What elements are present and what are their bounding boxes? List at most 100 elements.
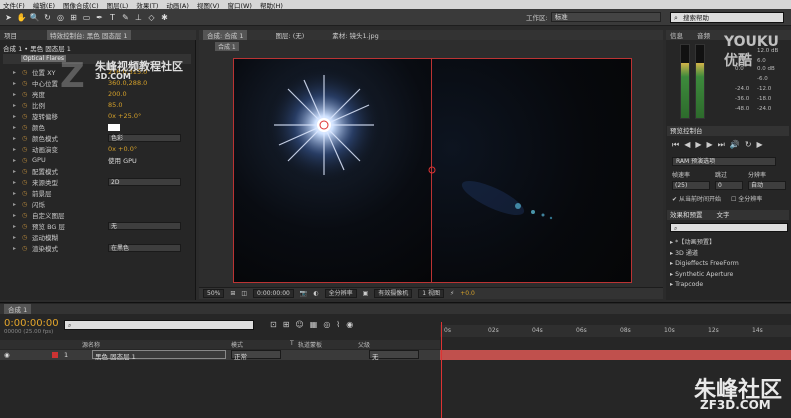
stopwatch-icon[interactable]: ◷	[22, 69, 27, 76]
stopwatch-icon[interactable]: ◷	[22, 146, 27, 153]
layer-color-swatch[interactable]	[52, 352, 58, 358]
stopwatch-icon[interactable]: ◷	[22, 135, 27, 142]
loop-icon[interactable]: ↻	[745, 140, 757, 149]
effect-property-row[interactable]: ▸ ◷ 渲染模式 在黑色	[0, 243, 190, 253]
effects-search-input[interactable]: ⌕	[670, 223, 788, 232]
twirl-icon[interactable]: ▸	[13, 157, 16, 164]
stopwatch-icon[interactable]: ◷	[22, 157, 27, 164]
shy-icon[interactable]: ☺	[295, 320, 309, 329]
stopwatch-icon[interactable]: ◷	[22, 102, 27, 109]
rect-mask-tool-icon[interactable]: ▭	[81, 12, 92, 23]
effect-property-row[interactable]: ▸ ◷ GPU 使用 GPU	[0, 155, 190, 165]
stopwatch-icon[interactable]: ◷	[22, 168, 27, 175]
property-dropdown[interactable]: 2D	[108, 178, 181, 186]
stopwatch-icon[interactable]: ◷	[22, 80, 27, 87]
effects-item[interactable]: ▸ Digieffects FreeForm	[670, 259, 739, 270]
next-frame-icon[interactable]: ▶	[707, 140, 718, 149]
tab-effect-controls[interactable]: 特效控制台: 黑色 固态层 1	[47, 30, 131, 40]
pen-tool-icon[interactable]: ✒	[94, 12, 105, 23]
play-icon[interactable]: ▶	[695, 140, 706, 149]
tab-effects-presets[interactable]: 效果和预置	[670, 210, 703, 220]
timeline-timecode[interactable]: 0:00:00:00	[4, 318, 59, 329]
tab-comp-1[interactable]: 合成 1	[4, 304, 32, 314]
twirl-icon[interactable]: ▸	[13, 102, 16, 109]
twirl-icon[interactable]: ▸	[13, 146, 16, 153]
roi-icon[interactable]: ▣	[363, 290, 369, 297]
twirl-icon[interactable]: ▸	[13, 223, 16, 230]
effect-property-row[interactable]: ▸ ◷ 运动模糊	[0, 232, 190, 243]
zoom-dropdown[interactable]: 50%	[203, 289, 225, 298]
twirl-icon[interactable]: ▸	[13, 124, 16, 131]
graph-editor-icon[interactable]: ⌇	[336, 320, 346, 329]
twirl-icon[interactable]: ▸	[13, 190, 16, 197]
stopwatch-icon[interactable]: ◷	[22, 201, 27, 208]
stopwatch-icon[interactable]: ◷	[22, 190, 27, 197]
effect-property-row[interactable]: ▸ ◷ 旋转偏移 0x +25.0°	[0, 111, 190, 121]
tab-project[interactable]: 项目	[4, 30, 17, 40]
effect-property-row[interactable]: ▸ ◷ 来源类型 2D	[0, 177, 190, 187]
ram-preview-dropdown[interactable]: RAM 预演选项	[672, 157, 776, 166]
fps-dropdown[interactable]: (25)	[672, 181, 710, 190]
text-tool-icon[interactable]: T	[107, 12, 118, 23]
property-value[interactable]: 200.0	[108, 90, 127, 98]
effect-property-row[interactable]: ▸ ◷ 比例 85.0	[0, 100, 190, 110]
resolution-dropdown[interactable]: 全分辨率	[324, 289, 357, 298]
tab-footage[interactable]: 素材: 镜头1.jpg	[332, 30, 379, 40]
property-dropdown[interactable]: 色彩	[108, 134, 181, 142]
twirl-icon[interactable]: ▸	[13, 179, 16, 186]
layer-mode-dropdown[interactable]: 正常	[231, 350, 281, 361]
effect-property-row[interactable]: ▸ ◷ 动画演变 0x +0.0°	[0, 144, 190, 154]
workspace-dropdown[interactable]: 标准	[550, 12, 661, 22]
effect-property-row[interactable]: ▸ ◷ 配置模式	[0, 166, 190, 177]
property-value[interactable]: 0x +25.0°	[108, 112, 141, 120]
stopwatch-icon[interactable]: ◷	[22, 179, 27, 186]
tab-audio[interactable]: 音频	[697, 30, 710, 40]
twirl-icon[interactable]: ▸	[13, 245, 16, 252]
motion-blur-icon[interactable]: ◎	[323, 320, 336, 329]
time-ruler[interactable]: 0s 02s 04s 06s 08s 10s 12s 14s	[440, 325, 791, 337]
effect-property-row[interactable]: ▸ ◷ 预览 BG 层 无	[0, 221, 190, 231]
frame-blend-icon[interactable]: ▦	[310, 320, 324, 329]
draft-3d-icon[interactable]: ⊡	[270, 320, 283, 329]
snapshot-icon[interactable]: 📷	[300, 290, 307, 297]
layer-parent-dropdown[interactable]: 无	[369, 350, 419, 361]
eye-icon[interactable]: ◉	[4, 351, 10, 359]
stamp-tool-icon[interactable]: ⊥	[133, 12, 144, 23]
effect-property-row[interactable]: ▸ ◷ 前景层	[0, 188, 190, 199]
audio-icon[interactable]: 🔊	[730, 140, 745, 149]
twirl-icon[interactable]: ▸	[13, 80, 16, 87]
full-screen-checkbox[interactable]: ☐ 全分辨率	[731, 194, 762, 203]
views-dropdown[interactable]: 1 视图	[418, 289, 445, 298]
puppet-tool-icon[interactable]: ✱	[159, 12, 170, 23]
effect-property-row[interactable]: ▸ ◷ 闪烁	[0, 199, 190, 210]
timeline-search-input[interactable]: ⌕	[64, 320, 254, 330]
first-frame-icon[interactable]: ⏮	[672, 140, 684, 149]
layer-duration-bar[interactable]	[440, 350, 791, 360]
timecode-field[interactable]: 0:00:00:00	[253, 289, 294, 298]
selection-tool-icon[interactable]: ➤	[3, 12, 14, 23]
prev-frame-icon[interactable]: ◀	[684, 140, 695, 149]
color-swatch-icon[interactable]: ◐	[313, 290, 318, 297]
skip-dropdown[interactable]: 0	[715, 181, 743, 190]
twirl-icon[interactable]: ▸	[13, 234, 16, 241]
comp-flowchart-icon[interactable]: ⊞	[283, 320, 296, 329]
camera-dropdown[interactable]: 有效摄像机	[374, 289, 413, 298]
property-dropdown[interactable]: 在黑色	[108, 244, 181, 252]
stopwatch-icon[interactable]: ◷	[22, 245, 27, 252]
property-value[interactable]: 85.0	[108, 101, 122, 109]
effect-property-row[interactable]: ▸ ◷ 颜色模式 色彩	[0, 133, 190, 143]
stopwatch-icon[interactable]: ◷	[22, 234, 27, 241]
current-time-indicator[interactable]	[441, 322, 442, 418]
camera-tool-icon[interactable]: ◎	[55, 12, 66, 23]
property-value[interactable]: 0x +0.0°	[108, 145, 137, 153]
stopwatch-icon[interactable]: ◷	[22, 113, 27, 120]
layer-name[interactable]: 黑色 固态层 1	[92, 350, 226, 361]
effects-item[interactable]: ▸ 3D 通道	[670, 249, 739, 260]
help-search-input[interactable]: ⌕ 搜索帮助	[670, 12, 784, 23]
stopwatch-icon[interactable]: ◷	[22, 212, 27, 219]
grid-icon[interactable]: ⊞	[230, 290, 235, 297]
color-swatch[interactable]	[108, 123, 120, 131]
effects-item[interactable]: ▸ *【动画预置】	[670, 238, 739, 249]
center-handle-icon[interactable]	[428, 166, 436, 174]
brush-tool-icon[interactable]: ✎	[120, 12, 131, 23]
